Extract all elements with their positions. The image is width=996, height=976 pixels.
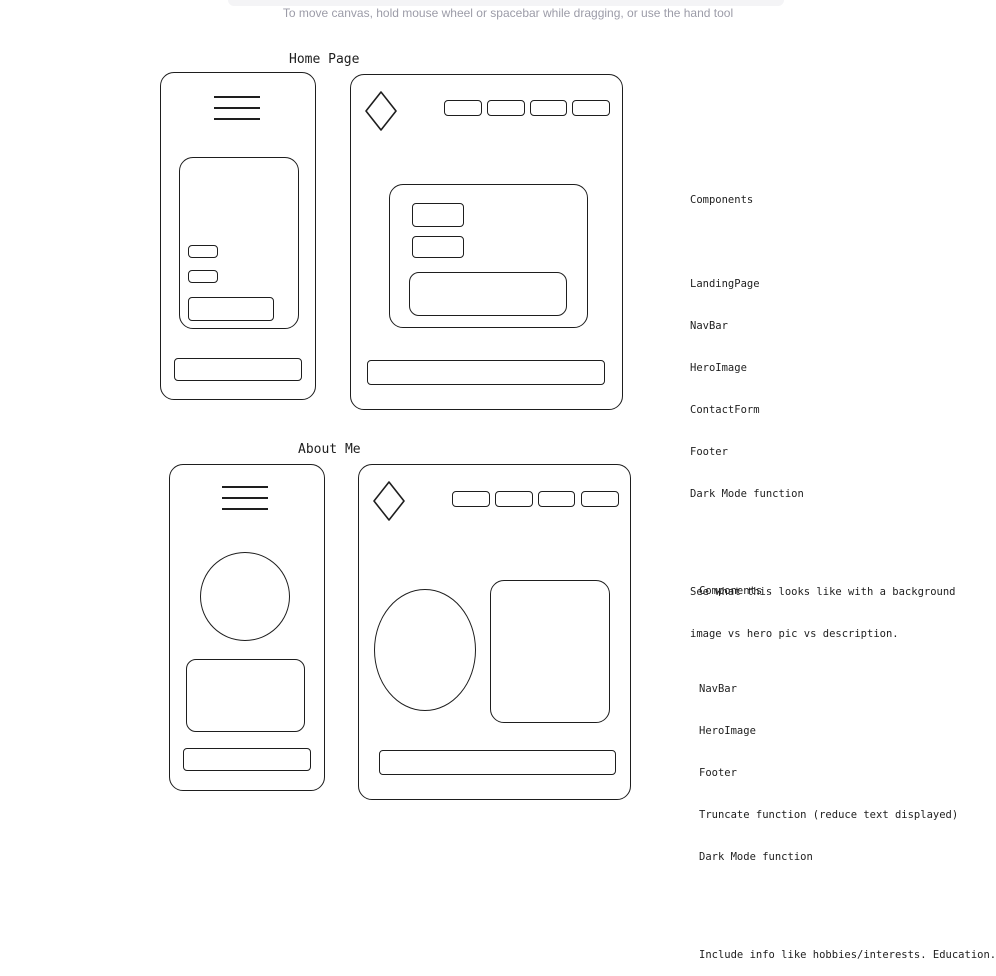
about-mobile-profile-image: [200, 552, 290, 641]
about-desktop-footer: [379, 750, 616, 775]
home-component-item: HeroImage: [690, 362, 747, 374]
home-notes-heading: Components: [690, 194, 754, 206]
about-component-item: Dark Mode function: [699, 851, 813, 863]
home-nav-link-3[interactable]: [530, 100, 567, 116]
about-component-item: Footer: [699, 767, 737, 779]
about-me-title: About Me: [298, 442, 361, 457]
home-component-item: Dark Mode function: [690, 488, 804, 500]
about-nav-link-1[interactable]: [452, 491, 490, 507]
about-desktop-bio-card: [490, 580, 610, 723]
hamburger-menu-icon[interactable]: [222, 486, 268, 519]
home-mobile-field-1[interactable]: [188, 245, 218, 258]
about-notes-heading: Components: [699, 585, 763, 597]
home-nav-link-4[interactable]: [572, 100, 610, 116]
about-component-item: NavBar: [699, 683, 737, 695]
home-component-item: ContactForm: [690, 404, 760, 416]
canvas-hint: To move canvas, hold mouse wheel or spac…: [282, 6, 734, 20]
home-desktop-field-2[interactable]: [412, 236, 464, 258]
home-mobile-footer: [174, 358, 302, 381]
about-nav-link-3[interactable]: [538, 491, 575, 507]
about-nav-link-4[interactable]: [581, 491, 619, 507]
about-component-item: HeroImage: [699, 725, 756, 737]
home-page-title: Home Page: [289, 52, 360, 67]
home-nav-link-1[interactable]: [444, 100, 482, 116]
about-mobile-bio-card: [186, 659, 305, 732]
home-desktop-footer: [367, 360, 605, 385]
home-component-item: NavBar: [690, 320, 728, 332]
diamond-logo-icon[interactable]: [372, 480, 406, 522]
home-mobile-field-2[interactable]: [188, 270, 218, 283]
home-nav-link-2[interactable]: [487, 100, 525, 116]
about-notes: Components NavBar HeroImage Footer Trunc…: [699, 556, 996, 976]
home-mobile-message-box[interactable]: [188, 297, 274, 321]
home-desktop-message-box[interactable]: [409, 272, 567, 316]
about-nav-link-2[interactable]: [495, 491, 533, 507]
home-component-item: LandingPage: [690, 278, 760, 290]
about-mobile-footer: [183, 748, 311, 771]
home-component-item: Footer: [690, 446, 728, 458]
home-desktop-field-1[interactable]: [412, 203, 464, 227]
diamond-logo-icon[interactable]: [364, 90, 398, 132]
about-desktop-profile-image: [374, 589, 476, 711]
hamburger-menu-icon[interactable]: [214, 96, 260, 129]
about-notes-remark: Include info like hobbies/interests. Edu…: [699, 949, 996, 961]
about-component-item: Truncate function (reduce text displayed…: [699, 809, 959, 821]
